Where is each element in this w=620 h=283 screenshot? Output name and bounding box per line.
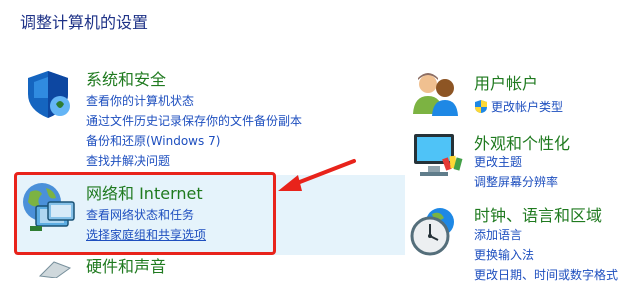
clock-globe-icon[interactable] <box>408 204 460 258</box>
link-change-input-method[interactable]: 更换输入法 <box>474 246 534 263</box>
link-screen-resolution[interactable]: 调整屏幕分辨率 <box>474 173 558 190</box>
uac-shield-icon <box>475 100 487 113</box>
link-file-history-backup[interactable]: 通过文件历史记录保存你的文件备份副本 <box>86 112 302 129</box>
appearance-monitor-icon[interactable] <box>408 130 464 180</box>
link-backup-restore[interactable]: 备份和还原(Windows 7) <box>86 132 220 149</box>
category-appearance[interactable]: 外观和个性化 <box>474 130 570 154</box>
link-add-language[interactable]: 添加语言 <box>474 226 522 243</box>
annotation-box <box>14 172 276 255</box>
user-accounts-icon[interactable] <box>410 70 462 118</box>
printer-icon[interactable] <box>34 258 74 278</box>
category-clock-language-region[interactable]: 时钟、语言和区域 <box>474 202 602 226</box>
link-change-theme[interactable]: 更改主题 <box>474 153 522 170</box>
link-troubleshoot[interactable]: 查找并解决问题 <box>86 152 170 169</box>
shield-icon[interactable] <box>22 68 74 120</box>
page-title: 调整计算机的设置 <box>20 13 149 32</box>
link-change-account-type-label: 更改帐户类型 <box>491 100 564 114</box>
category-system-security[interactable]: 系统和安全 <box>86 66 166 90</box>
category-user-accounts[interactable]: 用户帐户 <box>474 70 538 94</box>
link-view-computer-status[interactable]: 查看你的计算机状态 <box>86 92 194 109</box>
category-hardware-sound[interactable]: 硬件和声音 <box>86 253 166 277</box>
link-change-account-type[interactable]: 更改帐户类型 <box>474 98 563 115</box>
annotation-arrow-icon <box>278 159 356 191</box>
